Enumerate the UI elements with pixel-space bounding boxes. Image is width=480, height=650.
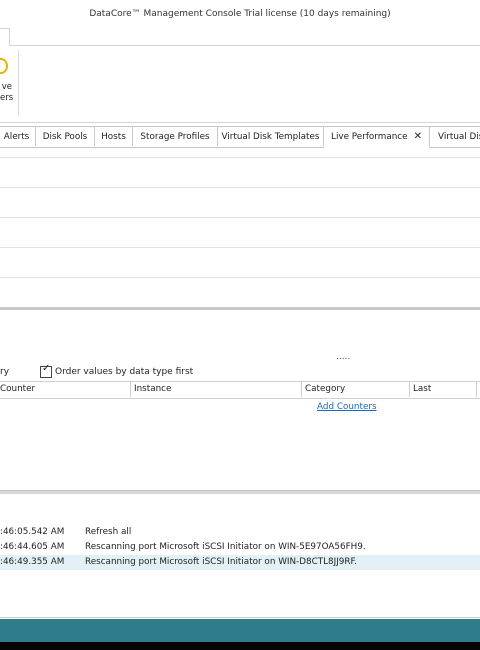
tab-disk-pools[interactable]: Disk Pools [36, 126, 95, 146]
checkmark-icon: ✓ [42, 363, 51, 374]
grid-row-divider [0, 157, 480, 158]
column-divider[interactable] [130, 382, 131, 397]
log-time: :46:49.355 AM [0, 557, 65, 567]
order-values-label[interactable]: Order values by data type first [55, 367, 193, 377]
panel-bottom-border [0, 617, 480, 618]
grid-row-divider [0, 187, 480, 188]
log-time: :46:44.605 AM [0, 542, 65, 552]
column-header-counter[interactable]: Counter [0, 384, 35, 394]
ribbon-tab-home[interactable] [0, 28, 10, 47]
column-divider[interactable] [409, 382, 410, 397]
tab-virtual-disk-templates[interactable]: Virtual Disk Templates [218, 126, 324, 146]
log-message: Rescanning port Microsoft iSCSI Initiato… [85, 557, 357, 567]
column-header-instance[interactable]: Instance [134, 384, 171, 394]
window-title: DataCore™ Management Console Trial licen… [89, 9, 391, 19]
tab-label: Storage Profiles [140, 132, 210, 142]
tab-label: Live Performance [331, 132, 408, 142]
tab-hosts[interactable]: Hosts [95, 126, 133, 146]
window-bottom-edge [0, 642, 480, 650]
performance-table-header [0, 381, 480, 399]
ribbon-button-label-line2: ers [0, 93, 14, 103]
ribbon-panel [0, 46, 480, 123]
ribbon-tab-strip [0, 28, 480, 46]
ribbon-button-label-line1: ve [1, 82, 12, 92]
panel-splitter[interactable] [0, 307, 480, 310]
column-header-category[interactable]: Category [305, 384, 345, 394]
log-time: :46:05.542 AM [0, 527, 65, 537]
option-partial-label: ry [0, 367, 10, 377]
tab-storage-profiles[interactable]: Storage Profiles [133, 126, 218, 146]
column-header-last[interactable]: Last [413, 384, 431, 394]
log-row[interactable]: :46:44.605 AM Rescanning port Microsoft … [0, 540, 480, 555]
close-icon[interactable]: ✕ [414, 131, 422, 142]
log-message: Rescanning port Microsoft iSCSI Initiato… [85, 542, 366, 552]
add-counters-link[interactable]: Add Counters [317, 402, 377, 412]
tab-label: Disk Pools [42, 132, 88, 142]
grid-row-divider [0, 247, 480, 248]
status-bar [0, 619, 480, 642]
ribbon-separator [18, 50, 19, 116]
tab-live-performance[interactable]: Live Performance ✕ [324, 126, 430, 148]
column-divider[interactable] [301, 382, 302, 397]
tab-label: Alerts [3, 132, 30, 142]
tab-label: Hosts [101, 132, 126, 142]
ribbon-button-label[interactable]: ve ers [0, 82, 14, 104]
tab-label: Virtual Disk Templates [221, 132, 320, 142]
tab-virtual-disk[interactable]: Virtual Disk [430, 126, 480, 146]
grid-row-divider [0, 277, 480, 278]
log-row-selected[interactable]: :46:49.355 AM Rescanning port Microsoft … [0, 555, 480, 570]
splitter-grip[interactable]: ..... [336, 352, 350, 362]
log-panel-splitter[interactable] [0, 490, 480, 494]
log-message: Refresh all [85, 527, 132, 537]
tab-alerts[interactable]: Alerts [0, 126, 36, 146]
log-row[interactable]: :46:05.542 AM Refresh all [0, 525, 480, 540]
column-divider[interactable] [476, 382, 477, 397]
grid-row-divider [0, 217, 480, 218]
tab-label: Virtual Disk [438, 132, 480, 142]
